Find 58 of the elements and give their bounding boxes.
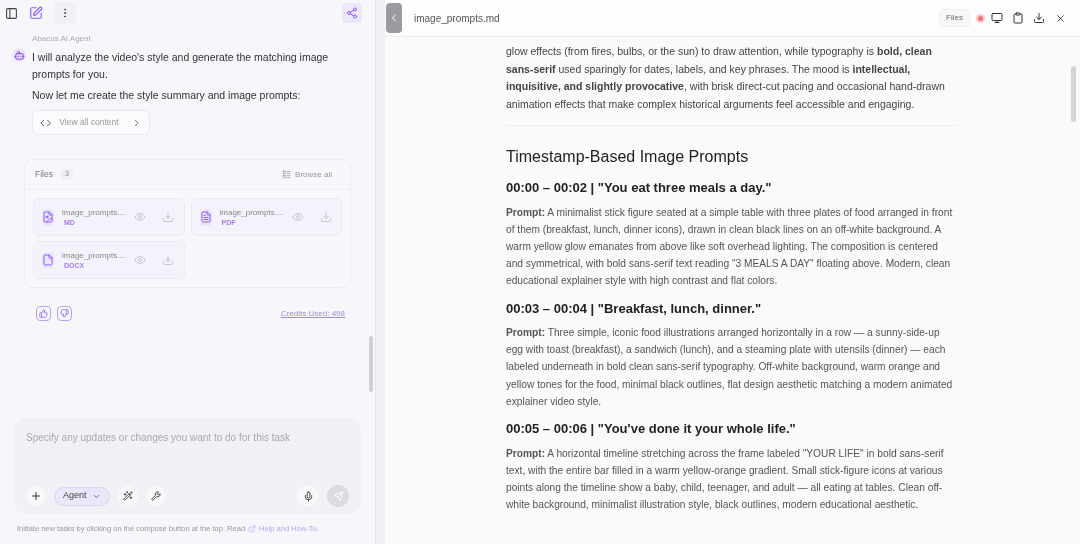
file-icon	[42, 254, 54, 266]
add-button[interactable]	[26, 486, 46, 506]
browse-all-button[interactable]: Browse all	[282, 168, 332, 181]
code-icon	[40, 116, 52, 129]
file-name: image_prompts....	[62, 206, 127, 218]
document-icon	[199, 211, 212, 223]
share-button[interactable]	[342, 3, 362, 23]
prompt-text: Prompt: A minimalist stick figure seated at a simple table with three plates of food arranged in front of them (breakfast, lunch, dinner icons), drawn in clean black lines on an off-white background. A warm yellow glow emanates from above like soft overhead lighting. The composition is centered and symmetrical, with bold sans-serif text reading "3 MEALS A DAY" floating above. Modern, clean educational explainer style with high contrast and flat colors.	[506, 205, 954, 289]
sender-name: Abacus AI Agent	[32, 33, 92, 45]
files-title: Files	[35, 168, 53, 181]
clipboard-icon[interactable]	[1012, 12, 1024, 24]
preview-icon[interactable]	[134, 211, 147, 223]
magic-wand-icon	[122, 491, 133, 501]
thumbs-down-button[interactable]	[57, 306, 72, 321]
scrollbar[interactable]	[369, 336, 373, 392]
magic-wand-button[interactable]	[117, 486, 138, 506]
monitor-icon[interactable]	[991, 12, 1003, 24]
send-button[interactable]	[327, 485, 349, 507]
file-name: image_prompts....	[219, 206, 284, 218]
sidebar-toggle-icon[interactable]	[5, 6, 18, 20]
prompt-text: Prompt: Three simple, iconic food illustrations arranged horizontally in a row — a sunny-side-up egg with toast (breakfast), a sandwich (lunch), and a steaming plate with utensils (dinner) — each labeled underneath in bold clean sans-serif typography. Off-white background, warm orange and yellow tones for the food, minimal black outlines, flat design aesthetic matching a modern animated explainer video style.	[506, 326, 954, 409]
preview-icon[interactable]	[134, 254, 147, 266]
intro-paragraph: glow effects (from fires, bulbs, or the sun) to draw attention, while typography is bold, clean sans-serif used sparingly for dates, labels, and key phrases. The mood is intellectual, inquisitive, and slightly provocative, with brisk direct-cut pacing and occasional hand-drawn animation effects that make complex historical arguments feel accessible and engaging.	[506, 43, 957, 126]
close-icon[interactable]	[1055, 12, 1066, 24]
scrollbar[interactable]	[1071, 66, 1076, 122]
wrench-button[interactable]	[145, 486, 166, 506]
file-name: image_prompts....	[62, 249, 127, 261]
external-link-icon	[248, 525, 257, 533]
thumbs-up-icon	[39, 309, 48, 318]
prompt-heading: 00:00 – 00:02 | "You eat three meals a day."	[506, 179, 773, 197]
message-input[interactable]: Specify any updates or changes you want to do for this task	[26, 430, 349, 445]
agent-avatar	[12, 48, 26, 62]
microphone-button[interactable]	[297, 485, 319, 507]
prompt-heading: 00:03 – 00:04 | "Breakfast, lunch, dinner."	[506, 299, 763, 318]
document-title: image_prompts.md	[414, 11, 500, 26]
mode-dropdown[interactable]: Agent	[54, 486, 110, 506]
thumbs-down-icon	[60, 309, 69, 318]
thumbs-up-button[interactable]	[36, 306, 51, 321]
files-button[interactable]: Files	[939, 9, 970, 27]
image-file-icon	[42, 211, 54, 223]
preview-icon[interactable]	[291, 211, 304, 223]
section-heading: Timestamp-Based Image Prompts	[506, 147, 750, 167]
credits-link[interactable]: Credits Used: 498	[280, 307, 345, 320]
prompt-text: Prompt: A horizontal timeline stretching across the frame labeled "YOUR LIFE" in bold sans-serif text, with the entire bar filled in a warm yellow-orange gradient. Small stick-figure icons at various points along the timeline show a baby, child, teenager, and adult — all eating at tables. Clean off-white background, minimalist illustration style, black outlines, modern educational aesthetic.	[506, 446, 945, 513]
list-icon	[282, 170, 292, 179]
collapse-button[interactable]	[386, 3, 402, 33]
share-icon	[346, 7, 358, 19]
wrench-icon	[150, 491, 161, 501]
message-text: I will analyze the video's style and generate the matching image prompts for you.	[32, 50, 330, 82]
microphone-icon	[302, 490, 314, 502]
prompt-heading: 00:05 – 00:06 | "You've done it your whole life."	[506, 420, 797, 439]
compose-icon[interactable]	[29, 6, 43, 20]
plus-icon	[30, 490, 42, 502]
message-text: Now let me create the style summary and image prompts:	[32, 88, 302, 103]
record-icon[interactable]	[976, 13, 985, 23]
download-icon[interactable]	[1033, 12, 1045, 24]
view-content-button[interactable]: View all content	[32, 110, 150, 135]
send-icon	[332, 490, 344, 502]
